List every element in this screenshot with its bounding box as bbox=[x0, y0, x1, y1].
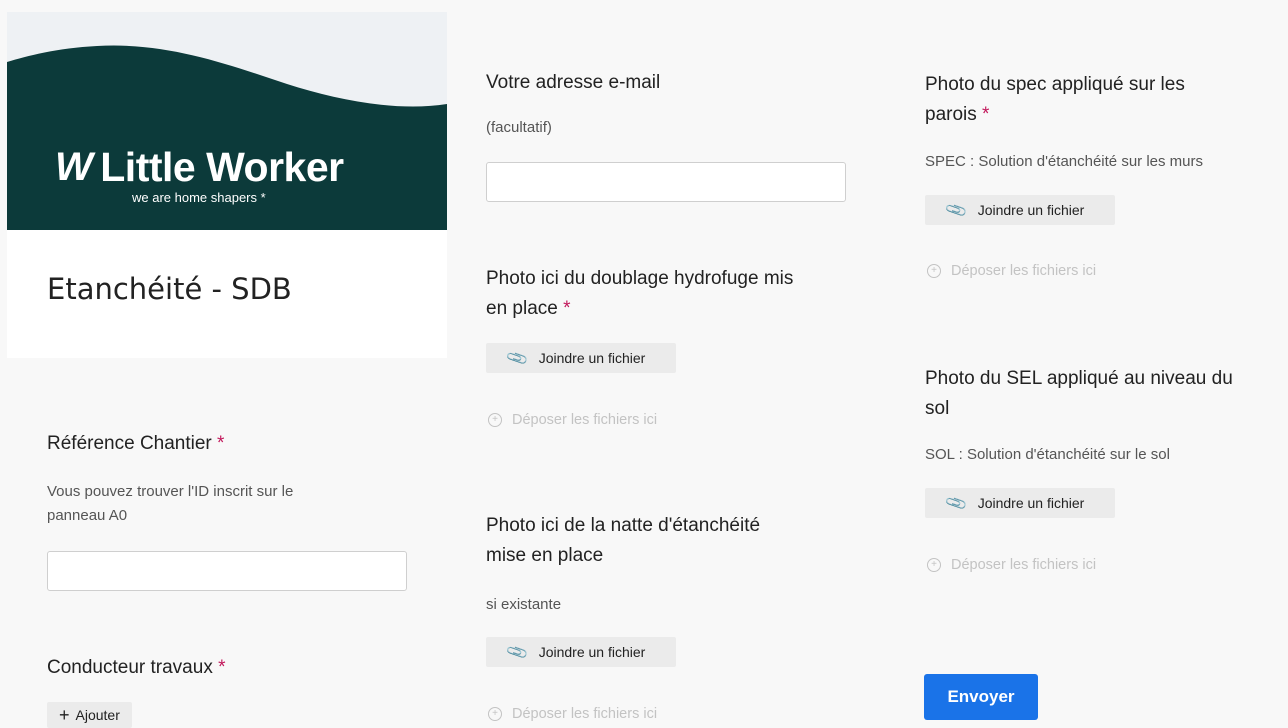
plus-circle-icon: + bbox=[927, 558, 941, 572]
sel-help: SOL : Solution d'étanchéité sur le sol bbox=[925, 446, 1170, 463]
ref-chantier-input[interactable] bbox=[47, 551, 407, 591]
sel-attach-button[interactable]: 📎 Joindre un fichier bbox=[925, 488, 1115, 518]
email-input[interactable] bbox=[486, 162, 846, 202]
doublage-label: Photo ici du doublage hydrofuge mis en p… bbox=[486, 268, 794, 319]
paperclip-icon: 📎 bbox=[944, 491, 969, 516]
spec-dropzone[interactable]: + Déposer les fichiers ici bbox=[927, 263, 1096, 279]
natte-help: si existante bbox=[486, 596, 562, 613]
conducteur-label: Conducteur travaux * bbox=[47, 657, 226, 678]
ref-chantier-label: Référence Chantier * bbox=[47, 433, 225, 454]
plus-circle-icon: + bbox=[927, 264, 941, 278]
required-mark: * bbox=[563, 298, 571, 319]
doublage-attach-button[interactable]: 📎 Joindre un fichier bbox=[486, 343, 676, 373]
add-conducteur-button[interactable]: + Ajouter bbox=[47, 702, 132, 728]
required-mark: * bbox=[218, 657, 226, 678]
brand-name: Little Worker bbox=[100, 144, 344, 190]
ref-chantier-help: Vous pouvez trouver l'ID inscrit sur le … bbox=[47, 483, 294, 524]
plus-circle-icon: + bbox=[488, 707, 502, 721]
natte-label: Photo ici de la natte d'étanchéité mise … bbox=[486, 515, 761, 566]
paperclip-icon: 📎 bbox=[944, 198, 969, 223]
sel-label: Photo du SEL appliqué au niveau du sol bbox=[925, 368, 1233, 419]
required-mark: * bbox=[982, 104, 990, 125]
header-banner: W Little Worker we are home shapers * bbox=[7, 12, 447, 230]
brand-mark-icon: W bbox=[55, 145, 93, 189]
doublage-dropzone[interactable]: + Déposer les fichiers ici bbox=[488, 412, 657, 428]
brand-tagline: we are home shapers * bbox=[132, 190, 266, 205]
form-title: Etanchéité - SDB bbox=[47, 272, 292, 306]
submit-button[interactable]: Envoyer bbox=[924, 674, 1038, 720]
spec-attach-button[interactable]: 📎 Joindre un fichier bbox=[925, 195, 1115, 225]
email-help: (facultatif) bbox=[486, 119, 552, 136]
natte-attach-button[interactable]: 📎 Joindre un fichier bbox=[486, 637, 676, 667]
email-label: Votre adresse e-mail bbox=[486, 72, 661, 93]
brand-logo: W Little Worker bbox=[55, 144, 344, 191]
paperclip-icon: 📎 bbox=[505, 640, 530, 665]
natte-dropzone[interactable]: + Déposer les fichiers ici bbox=[488, 706, 657, 722]
spec-label: Photo du spec appliqué sur les parois * bbox=[925, 74, 1185, 125]
sel-dropzone[interactable]: + Déposer les fichiers ici bbox=[927, 557, 1096, 573]
spec-help: SPEC : Solution d'étanchéité sur les mur… bbox=[925, 153, 1203, 170]
plus-circle-icon: + bbox=[488, 413, 502, 427]
wave-decoration bbox=[7, 12, 447, 107]
plus-icon: + bbox=[59, 705, 70, 725]
required-mark: * bbox=[217, 433, 225, 454]
paperclip-icon: 📎 bbox=[505, 346, 530, 371]
